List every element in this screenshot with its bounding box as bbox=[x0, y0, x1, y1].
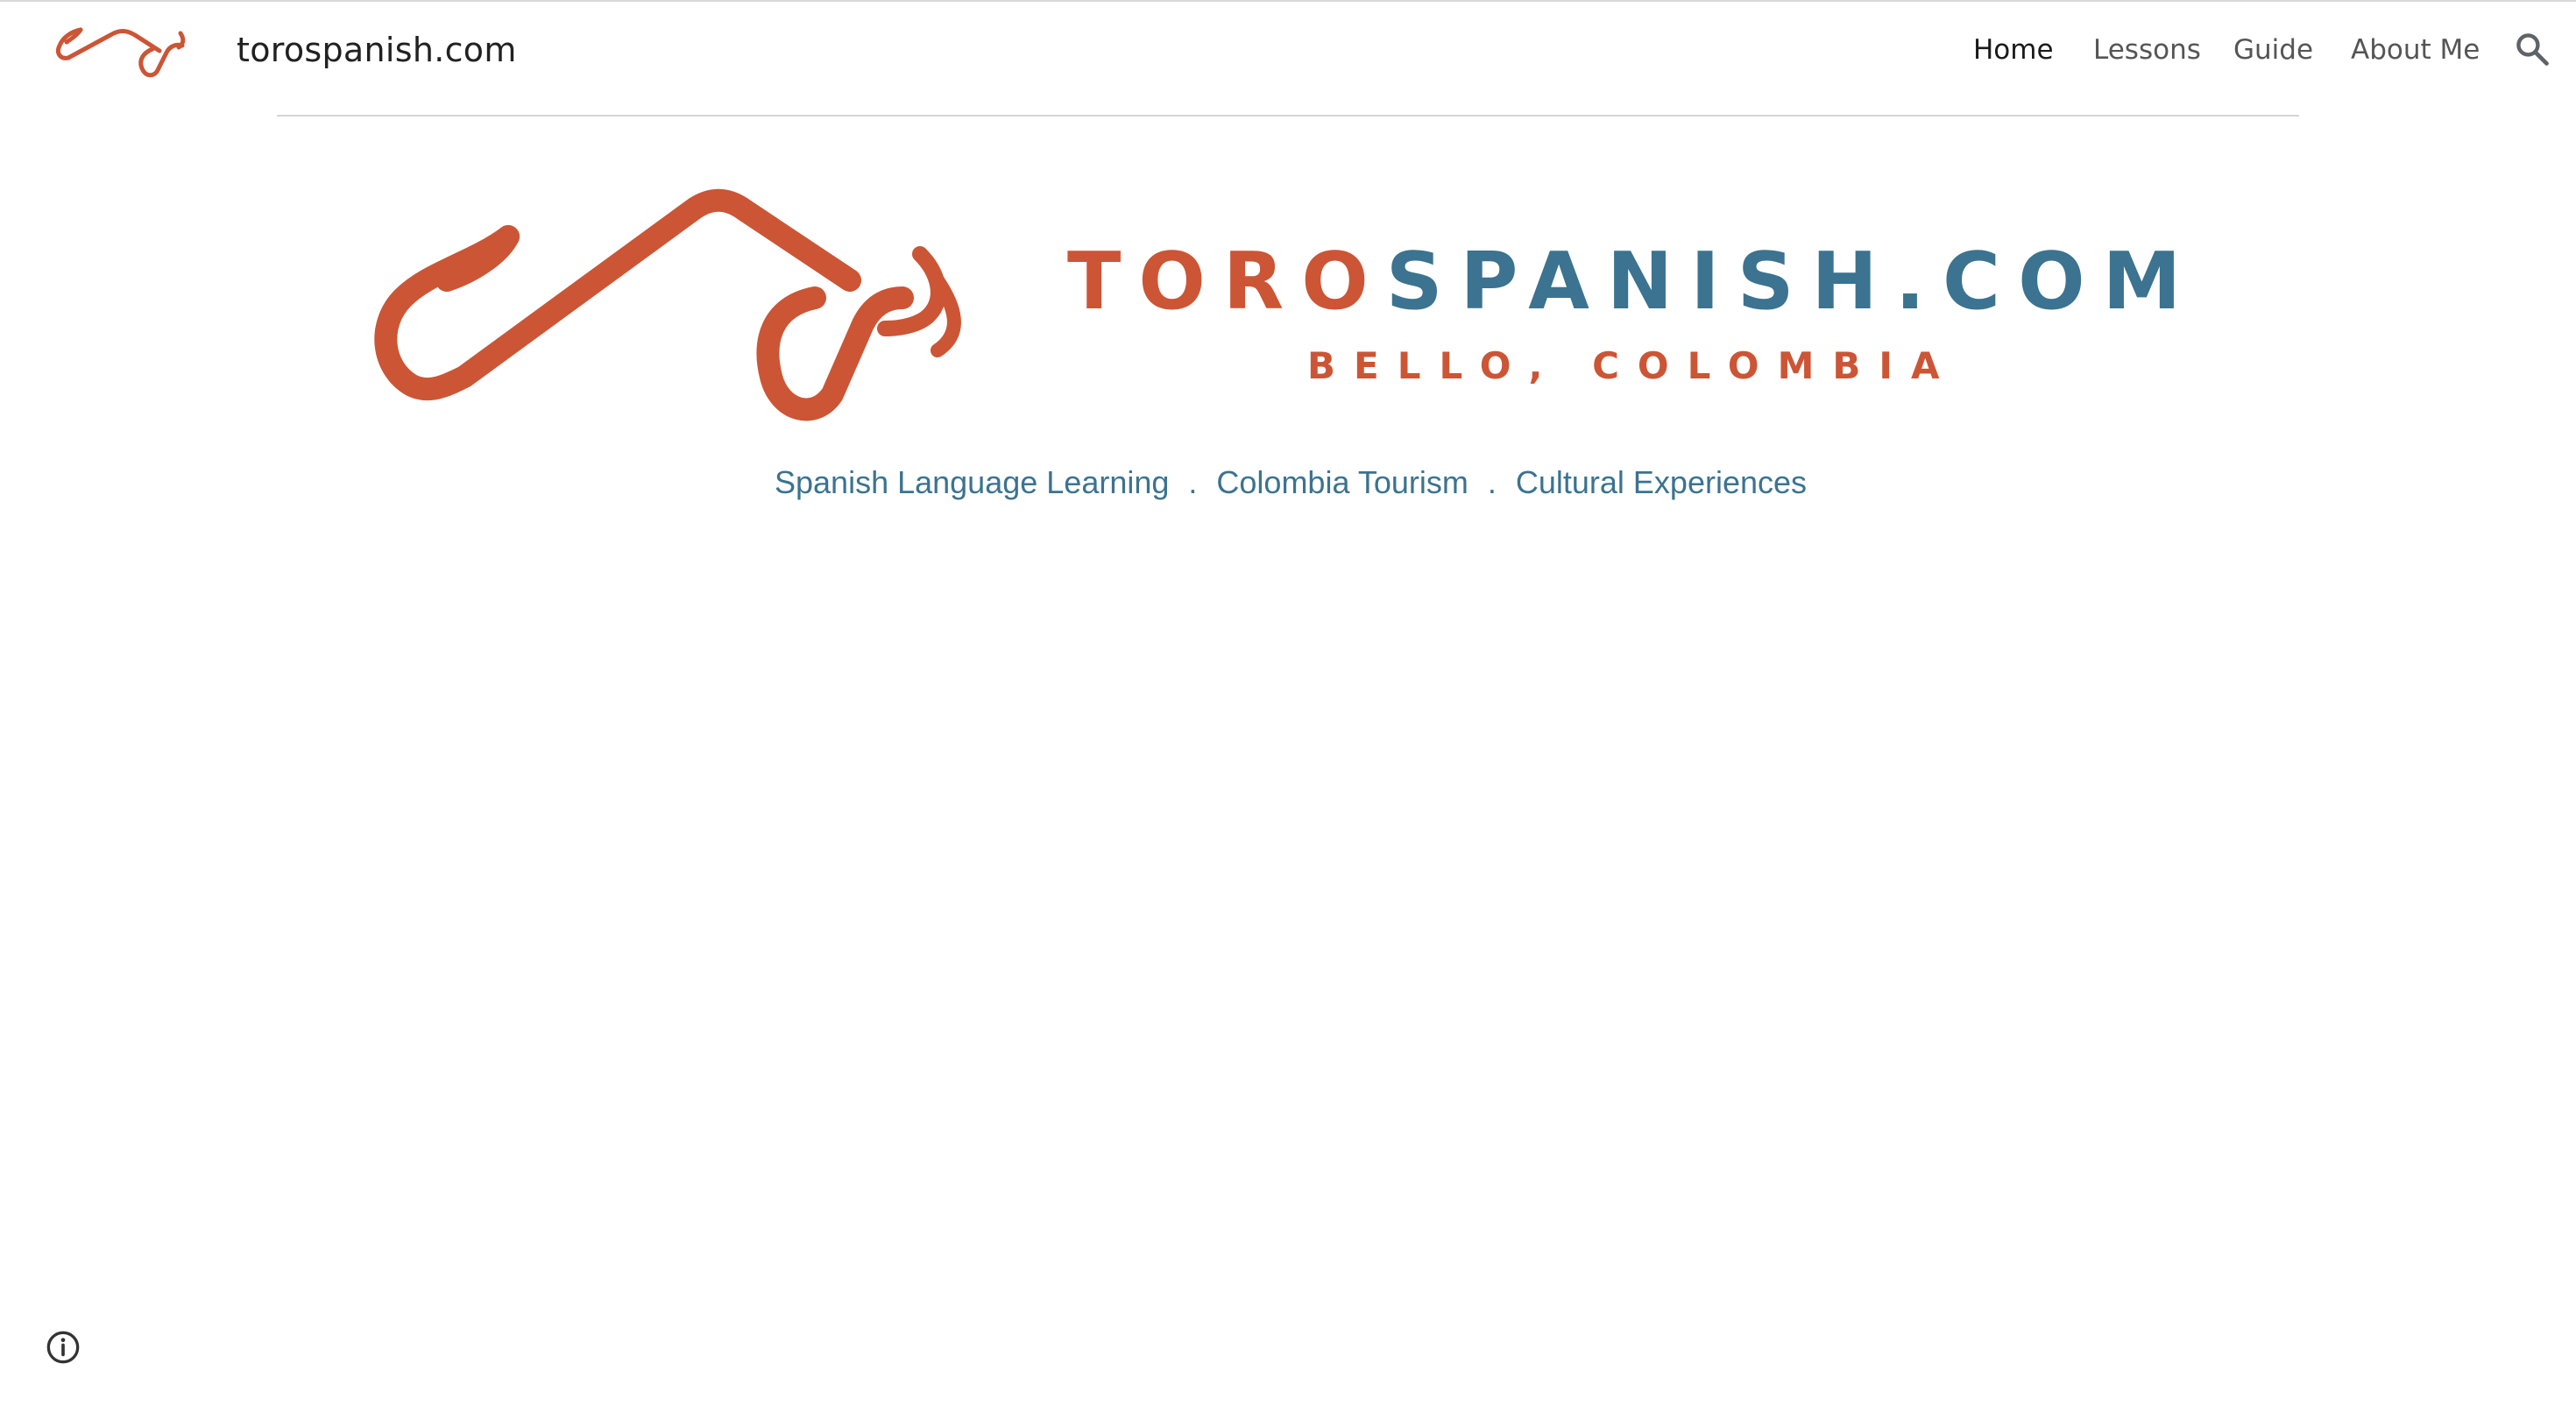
hero-banner: TOROSPANISH.COM BELLO, COLOMBIA Spanish … bbox=[359, 184, 2208, 517]
tagline-item: Spanish Language Learning bbox=[775, 464, 1170, 500]
nav-about-me[interactable]: About Me bbox=[2351, 26, 2480, 74]
info-icon[interactable] bbox=[46, 1330, 81, 1365]
search-icon[interactable] bbox=[2513, 30, 2551, 68]
banner-title-toro: TORO bbox=[1067, 236, 1386, 328]
tagline-separator: . bbox=[1188, 464, 1198, 500]
header-divider bbox=[277, 115, 2299, 117]
banner-title: TOROSPANISH.COM bbox=[1067, 238, 2198, 326]
tagline-item: Cultural Experiences bbox=[1515, 464, 1808, 500]
nav-home[interactable]: Home bbox=[1973, 26, 2054, 74]
tagline-separator: . bbox=[1487, 464, 1497, 500]
bull-banner-logo-icon bbox=[374, 188, 961, 421]
tagline-item: Colombia Tourism bbox=[1216, 464, 1468, 500]
page: torospanish.com Home Lessons Guide About… bbox=[0, 0, 2576, 1406]
banner-subtitle: BELLO, COLOMBIA bbox=[1307, 344, 1958, 387]
nav-guide[interactable]: Guide bbox=[2233, 26, 2313, 74]
site-header: torospanish.com Home Lessons Guide About… bbox=[0, 0, 2576, 116]
bull-logo-icon[interactable] bbox=[47, 16, 214, 86]
banner-title-spanish-com: SPANISH.COM bbox=[1385, 236, 2199, 328]
site-title[interactable]: torospanish.com bbox=[237, 26, 517, 74]
nav-lessons[interactable]: Lessons bbox=[2093, 26, 2201, 74]
banner-tagline: Spanish Language Learning. Colombia Touri… bbox=[775, 461, 1807, 505]
